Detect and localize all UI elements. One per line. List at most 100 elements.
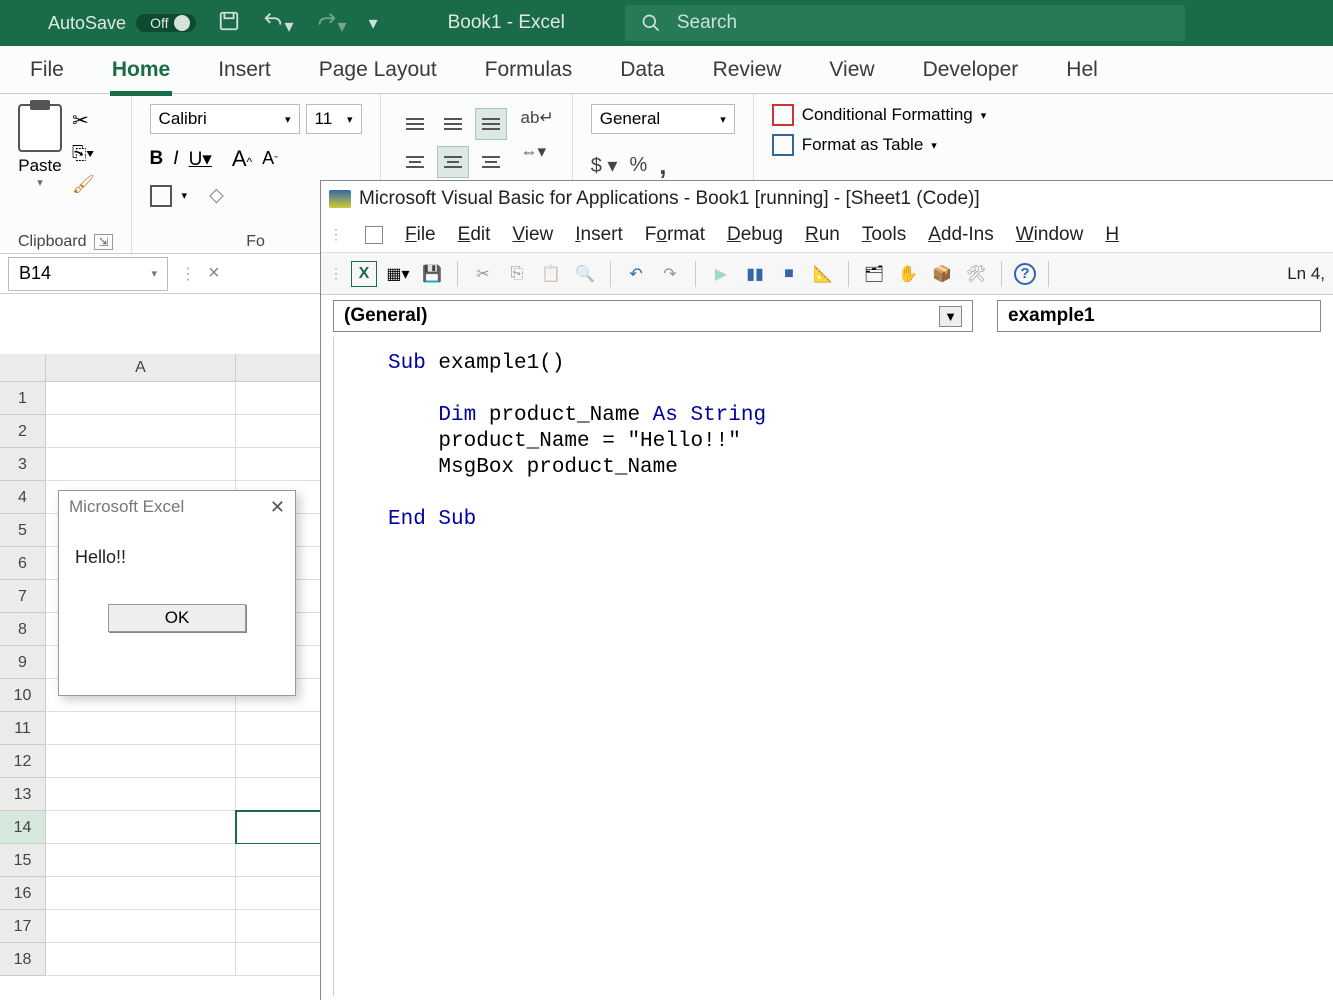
vba-object-browser-icon[interactable]: 📦 <box>929 261 955 287</box>
vba-find-icon[interactable]: 🔍 <box>572 261 598 287</box>
vba-save-icon[interactable]: 💾 <box>419 261 445 287</box>
comma-format-icon[interactable]: , <box>659 150 666 181</box>
accounting-format-icon[interactable]: $ ▾ <box>591 153 618 178</box>
cell-b12[interactable] <box>236 745 330 778</box>
cell-a2[interactable] <box>46 415 236 448</box>
align-center-icon[interactable] <box>437 146 469 178</box>
tab-home[interactable]: Home <box>112 58 170 82</box>
cell-b2[interactable] <box>236 415 330 448</box>
vba-menu-help[interactable]: H <box>1105 224 1119 246</box>
bold-button[interactable]: B <box>150 148 164 170</box>
format-as-table-button[interactable]: Format as Table▾ <box>772 134 987 156</box>
search-box[interactable]: Search <box>625 5 1185 41</box>
row-header-3[interactable]: 3 <box>0 448 46 481</box>
vba-redo-icon[interactable]: ↷ <box>657 261 683 287</box>
align-right-icon[interactable] <box>475 146 507 178</box>
vba-reset-icon[interactable]: ■ <box>776 261 802 287</box>
row-header-16[interactable]: 16 <box>0 877 46 910</box>
tab-view[interactable]: View <box>829 58 874 82</box>
vba-code-pane[interactable]: Sub example1() Dim product_Name As Strin… <box>333 337 1333 996</box>
align-left-icon[interactable] <box>399 146 431 178</box>
row-header-8[interactable]: 8 <box>0 613 46 646</box>
cell-a17[interactable] <box>46 910 236 943</box>
vba-menu-file[interactable]: File <box>405 224 436 246</box>
vba-break-icon[interactable]: ▮▮ <box>742 261 768 287</box>
vba-excel-icon[interactable]: X <box>351 261 377 287</box>
row-header-17[interactable]: 17 <box>0 910 46 943</box>
tab-review[interactable]: Review <box>713 58 782 82</box>
col-header-b[interactable] <box>236 354 330 382</box>
vba-menu-window[interactable]: Window <box>1016 224 1084 246</box>
cell-b3[interactable] <box>236 448 330 481</box>
msgbox-close-icon[interactable]: ✕ <box>270 497 285 518</box>
vba-help-icon[interactable]: ? <box>1014 263 1036 285</box>
merge-center-icon[interactable]: ⇔▾ <box>521 142 554 162</box>
cell-a11[interactable] <box>46 712 236 745</box>
row-header-18[interactable]: 18 <box>0 943 46 976</box>
vba-menu-tools[interactable]: Tools <box>862 224 906 246</box>
vba-paste-icon[interactable]: 📋 <box>538 261 564 287</box>
cut-icon[interactable]: ✂ <box>72 108 95 133</box>
vba-copy-icon[interactable]: ⎘ <box>504 261 530 287</box>
vba-design-mode-icon[interactable]: 📐 <box>810 261 836 287</box>
paste-icon[interactable] <box>18 104 62 152</box>
col-header-a[interactable]: A <box>46 354 236 382</box>
cell-a18[interactable] <box>46 943 236 976</box>
vba-undo-icon[interactable]: ↶ <box>623 261 649 287</box>
cell-a12[interactable] <box>46 745 236 778</box>
cell-b17[interactable] <box>236 910 330 943</box>
number-format-select[interactable]: General▾ <box>591 104 735 134</box>
vba-properties-icon[interactable]: ✋ <box>895 261 921 287</box>
tab-developer[interactable]: Developer <box>923 58 1019 82</box>
row-header-7[interactable]: 7 <box>0 580 46 613</box>
cell-a16[interactable] <box>46 877 236 910</box>
cell-b13[interactable] <box>236 778 330 811</box>
row-header-4[interactable]: 4 <box>0 481 46 514</box>
undo-icon[interactable]: ▾ <box>262 10 293 37</box>
cell-b14[interactable] <box>236 811 330 844</box>
save-icon[interactable] <box>218 10 240 37</box>
font-size-select[interactable]: 11▾ <box>306 104 362 134</box>
clipboard-launcher[interactable]: ⇲ <box>94 234 112 250</box>
qat-dropdown-icon[interactable]: ▾ <box>369 13 378 34</box>
row-header-6[interactable]: 6 <box>0 547 46 580</box>
vba-menu-run[interactable]: Run <box>805 224 840 246</box>
row-header-2[interactable]: 2 <box>0 415 46 448</box>
tab-formulas[interactable]: Formulas <box>485 58 573 82</box>
cell-a13[interactable] <box>46 778 236 811</box>
tab-page-layout[interactable]: Page Layout <box>319 58 437 82</box>
vba-menu-insert[interactable]: Insert <box>575 224 623 246</box>
vba-sheet-icon[interactable] <box>365 226 383 244</box>
row-header-10[interactable]: 10 <box>0 679 46 712</box>
cell-b18[interactable] <box>236 943 330 976</box>
vba-project-explorer-icon[interactable]: 🗂 <box>861 261 887 287</box>
autosave-toggle[interactable]: Off <box>136 14 196 32</box>
row-header-12[interactable]: 12 <box>0 745 46 778</box>
vba-menu-edit[interactable]: Edit <box>458 224 491 246</box>
format-painter-icon[interactable]: 🖌 <box>72 174 95 195</box>
paste-dropdown-icon[interactable]: ▾ <box>37 176 43 189</box>
row-header-15[interactable]: 15 <box>0 844 46 877</box>
vba-menu-view[interactable]: View <box>512 224 553 246</box>
vba-insert-dropdown-icon[interactable]: ▦▾ <box>385 261 411 287</box>
percent-format-icon[interactable]: % <box>629 154 647 177</box>
vba-menu-addins[interactable]: Add-Ins <box>928 224 994 246</box>
vba-procedure-dropdown[interactable]: example1 <box>997 300 1321 332</box>
cell-b11[interactable] <box>236 712 330 745</box>
row-header-11[interactable]: 11 <box>0 712 46 745</box>
cell-a14[interactable] <box>46 811 236 844</box>
italic-button[interactable]: I <box>173 148 178 170</box>
cell-b1[interactable] <box>236 382 330 415</box>
conditional-formatting-button[interactable]: Conditional Formatting▾ <box>772 104 987 126</box>
cell-a15[interactable] <box>46 844 236 877</box>
row-header-1[interactable]: 1 <box>0 382 46 415</box>
align-top-icon[interactable] <box>399 108 431 140</box>
increase-font-icon[interactable]: A^ <box>232 146 252 172</box>
row-header-5[interactable]: 5 <box>0 514 46 547</box>
vba-menu-format[interactable]: Format <box>645 224 705 246</box>
vba-menu-debug[interactable]: Debug <box>727 224 783 246</box>
tab-file[interactable]: File <box>30 58 64 82</box>
cell-a3[interactable] <box>46 448 236 481</box>
cell-b15[interactable] <box>236 844 330 877</box>
wrap-text-icon[interactable]: ab↵ <box>521 108 554 128</box>
